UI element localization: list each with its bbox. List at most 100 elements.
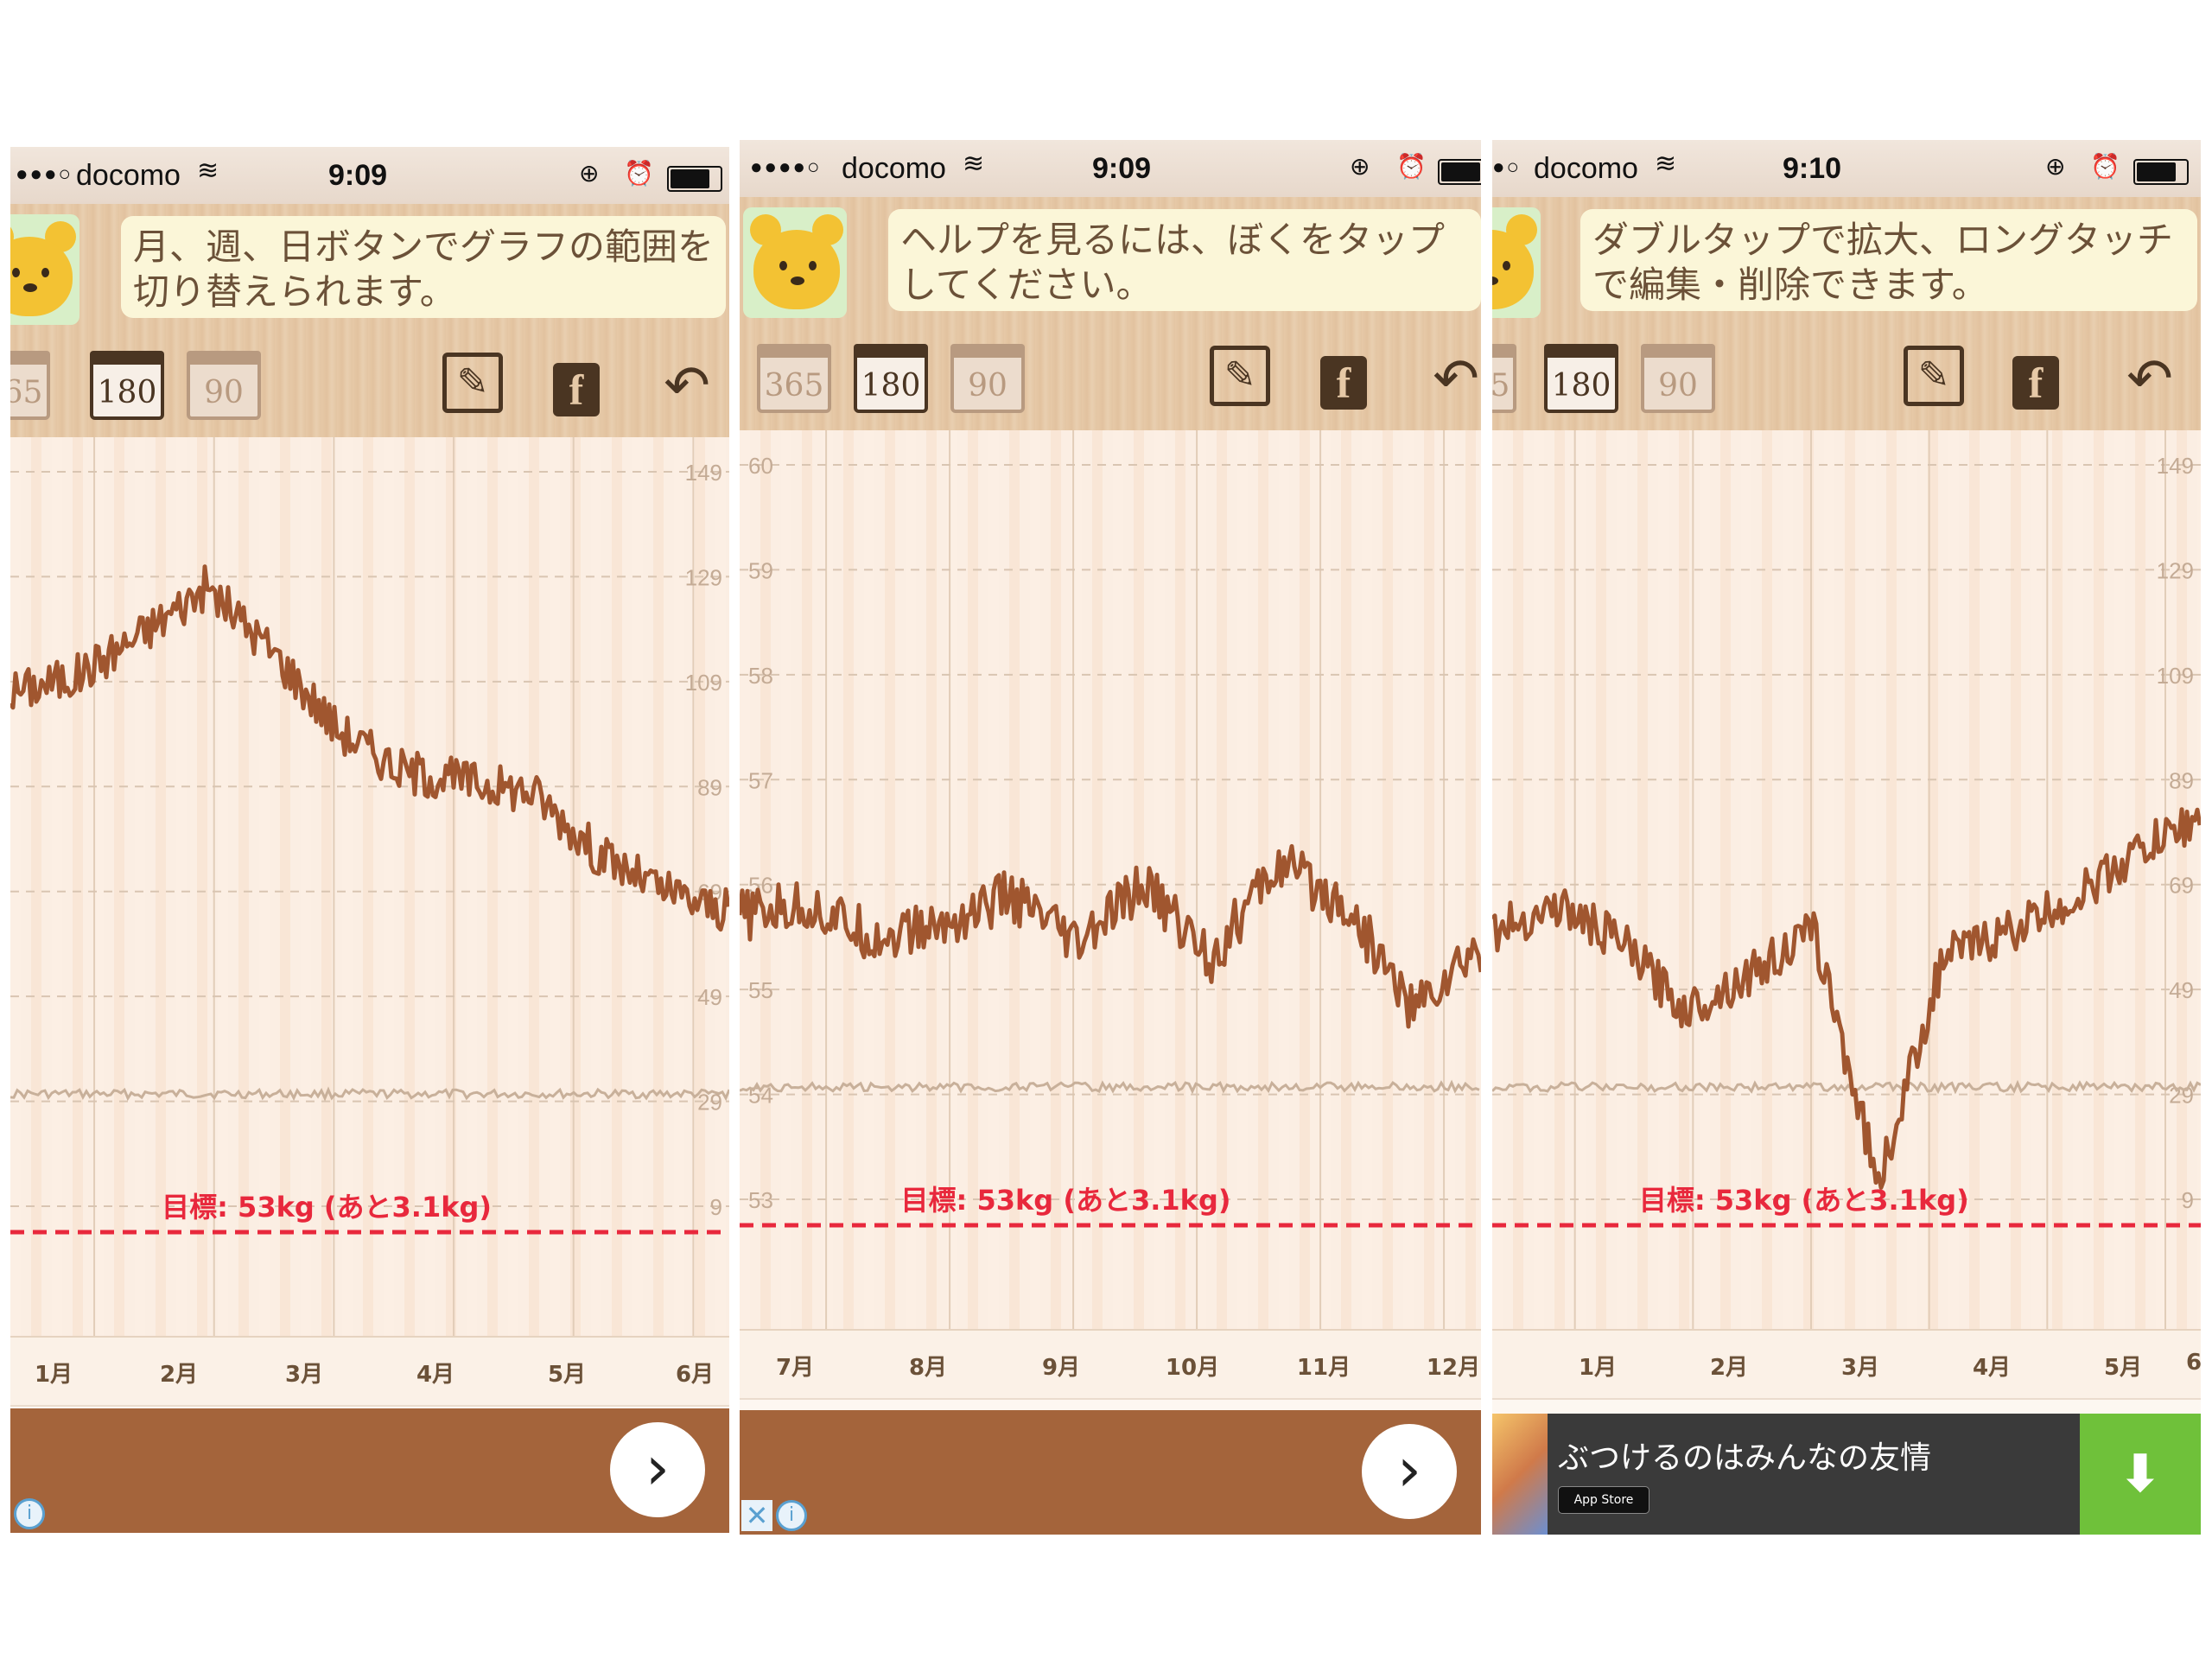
app-header: ヘルプを見るには、ぼくをタップしてください。 365 180 90 ✎ f ↶ bbox=[740, 197, 1481, 430]
ad-banner[interactable]: › i bbox=[10, 1408, 729, 1533]
stripe bbox=[843, 430, 854, 1329]
y-tick-label: 60 bbox=[748, 453, 773, 479]
screenshot-1: ●●●○ docomo ≋ 9:09 ⊕ ⏰ 月、週、日ボタンでグラフの範囲を切… bbox=[10, 147, 729, 1533]
bear-mascot-button[interactable] bbox=[1492, 207, 1541, 318]
month-axis: 1月 2月 3月 4月 5月 6 bbox=[1492, 1329, 2201, 1400]
y-tick-label: 9 bbox=[2182, 1187, 2194, 1213]
stripe bbox=[570, 437, 581, 1336]
help-speech-bubble: ヘルプを見るには、ぼくをタップしてください。 bbox=[888, 209, 1481, 311]
ad-banner[interactable]: ぶつけるのはみんなの友情 App Store ⬇ bbox=[1492, 1414, 2201, 1535]
range-365-button[interactable]: 365 bbox=[757, 344, 831, 413]
stripe bbox=[550, 437, 560, 1336]
stripe bbox=[2073, 430, 2083, 1329]
y-tick-label: 49 bbox=[2169, 977, 2194, 1003]
back-arrow-icon[interactable]: ↶ bbox=[2116, 346, 2183, 413]
bear-face-icon bbox=[753, 230, 840, 309]
ad-banner[interactable]: › ✕ i bbox=[740, 1410, 1481, 1535]
status-bar: ●○ docomo ≋ 9:10 ⊕ ⏰ bbox=[1492, 140, 2201, 197]
stripe bbox=[1403, 430, 1414, 1329]
app-store-badge[interactable]: App Store bbox=[1558, 1486, 1649, 1514]
range-365-button[interactable]: 365 bbox=[10, 351, 50, 420]
back-arrow-icon[interactable]: ↶ bbox=[1422, 346, 1481, 413]
chevron-right-icon[interactable]: › bbox=[1362, 1424, 1457, 1519]
close-icon[interactable]: ✕ bbox=[741, 1500, 772, 1531]
wifi-icon: ≋ bbox=[963, 149, 985, 178]
status-bar: ●●●○ docomo ≋ 9:09 ⊕ ⏰ bbox=[10, 147, 729, 204]
back-arrow-icon[interactable]: ↶ bbox=[653, 353, 721, 420]
y-tick-label: 89 bbox=[697, 774, 722, 800]
ad-app-thumbnail bbox=[1492, 1414, 1548, 1535]
y-tick-label: 109 bbox=[2157, 663, 2194, 689]
battery-icon bbox=[2133, 159, 2189, 185]
y-tick-label: 49 bbox=[697, 984, 722, 1010]
goal-label: 目標: 53kg (あと3.1kg) bbox=[901, 1184, 1231, 1217]
facebook-share-icon[interactable]: f bbox=[543, 353, 610, 420]
stripe bbox=[864, 430, 874, 1329]
stripe bbox=[781, 430, 791, 1329]
weight-chart[interactable]: 60 59 58 57 56 55 54 53 目標: 53kg (あと3.1kg) bbox=[740, 430, 1481, 1329]
stripe bbox=[1237, 430, 1248, 1329]
stripe bbox=[1575, 430, 1586, 1329]
app-header: 月、週、日ボタンでグラフの範囲を切り替えられます。 365 180 90 ✎ f… bbox=[10, 204, 729, 437]
screenshot-3: ●○ docomo ≋ 9:10 ⊕ ⏰ ダブルタップで拡大、ロングタッチで編集… bbox=[1492, 140, 2201, 1535]
facebook-share-icon[interactable]: f bbox=[1310, 346, 1377, 413]
range-365-button[interactable]: 5 bbox=[1492, 344, 1516, 413]
stripe bbox=[1596, 430, 1606, 1329]
range-365-label: 365 bbox=[10, 375, 43, 410]
month-label: 1月 bbox=[34, 1362, 73, 1388]
bear-eye-icon bbox=[779, 261, 787, 270]
carrier-label: docomo bbox=[1534, 152, 1638, 185]
range-180-button[interactable]: 180 bbox=[1544, 344, 1618, 413]
ad-info-icon[interactable]: i bbox=[14, 1498, 45, 1529]
stripe bbox=[591, 437, 601, 1336]
wifi-icon: ≋ bbox=[1655, 149, 1677, 178]
battery-icon bbox=[667, 166, 722, 192]
stripe bbox=[2135, 430, 2145, 1329]
stripe bbox=[802, 430, 812, 1329]
weight-chart-svg: 149129109896949299目標: 53kg (あと3.1kg) bbox=[1492, 430, 2201, 1329]
bear-mascot-button[interactable] bbox=[10, 214, 79, 325]
bear-mascot-button[interactable] bbox=[743, 207, 847, 318]
stripe bbox=[1617, 430, 1627, 1329]
stripe bbox=[823, 430, 833, 1329]
chevron-right-icon[interactable]: › bbox=[610, 1422, 705, 1517]
stripe bbox=[1969, 430, 1980, 1329]
range-90-button[interactable]: 90 bbox=[950, 344, 1025, 413]
month-label: 12月 bbox=[1426, 1355, 1481, 1381]
month-label: 9月 bbox=[1041, 1355, 1081, 1381]
stripe bbox=[31, 437, 41, 1336]
rotation-lock-icon: ⊕ bbox=[2045, 153, 2066, 180]
stripe bbox=[1465, 430, 1476, 1329]
help-speech-bubble: ダブルタップで拡大、ロングタッチで編集・削除できます。 bbox=[1580, 209, 2197, 311]
range-180-label: 180 bbox=[1551, 368, 1611, 404]
range-180-button[interactable]: 180 bbox=[90, 351, 164, 420]
weight-chart[interactable]: 149 129 109 89 69 49 29 9 目標: 53kg (あと3.1kg) bbox=[10, 437, 729, 1336]
range-90-button[interactable]: 90 bbox=[187, 351, 261, 420]
carrier-label: docomo bbox=[76, 159, 181, 192]
signal-icon: ●○ bbox=[1492, 156, 1521, 179]
y-tick-label: 57 bbox=[748, 767, 773, 793]
stripe bbox=[612, 437, 622, 1336]
stripe bbox=[1382, 430, 1393, 1329]
range-180-label: 180 bbox=[97, 375, 157, 410]
edit-icon[interactable]: ✎ bbox=[1210, 346, 1270, 406]
month-label: 3月 bbox=[1840, 1355, 1880, 1381]
stripe bbox=[1513, 430, 1523, 1329]
ad-info-icon[interactable]: i bbox=[776, 1500, 807, 1531]
stripe bbox=[114, 437, 124, 1336]
y-tick-label: 129 bbox=[2157, 557, 2194, 583]
weight-chart[interactable]: 149 129 109 89 69 49 29 9 目標: 53kg (あと3.1kg) bbox=[1492, 430, 2201, 1329]
stripe bbox=[1990, 430, 2000, 1329]
range-90-button[interactable]: 90 bbox=[1641, 344, 1715, 413]
range-180-button[interactable]: 180 bbox=[854, 344, 928, 413]
edit-icon[interactable]: ✎ bbox=[1904, 346, 1964, 406]
y-tick-label: 58 bbox=[748, 663, 773, 689]
facebook-share-icon[interactable]: f bbox=[2002, 346, 2069, 413]
edit-icon[interactable]: ✎ bbox=[442, 353, 503, 413]
download-icon[interactable]: ⬇ bbox=[2080, 1414, 2201, 1535]
range-90-label: 90 bbox=[1658, 368, 1698, 404]
weight-chart-svg: 149129109896949299目標: 53kg (あと3.1kg) bbox=[10, 437, 729, 1336]
bear-eye-icon bbox=[1503, 261, 1510, 270]
month-label: 8月 bbox=[908, 1355, 948, 1381]
stripe bbox=[2031, 430, 2042, 1329]
